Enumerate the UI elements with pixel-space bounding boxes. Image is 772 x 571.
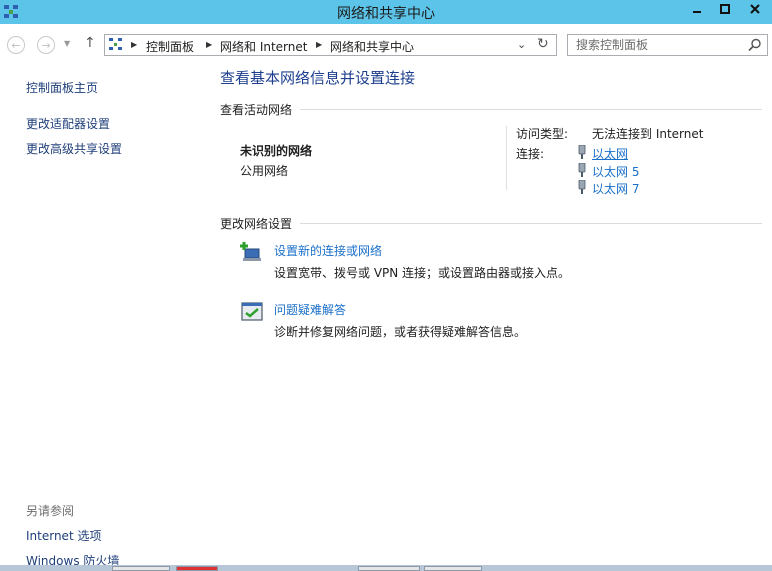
troubleshoot-icon — [241, 302, 263, 321]
refresh-icon[interactable]: ↻ — [537, 36, 549, 52]
section-divider — [300, 109, 762, 110]
address-bar[interactable]: ▶ 控制面板 ▶ 网络和 Internet ▶ 网络和共享中心 ⌄ ↻ — [104, 34, 557, 56]
taskbar-button[interactable] — [358, 566, 420, 571]
control-panel-icon — [109, 38, 122, 50]
page-title: 查看基本网络信息并设置连接 — [220, 69, 416, 87]
access-type-value: 无法连接到 Internet — [592, 127, 704, 141]
troubleshoot-problems-description: 诊断并修复网络问题，或者获得疑难解答信息。 — [274, 325, 527, 339]
close-button[interactable] — [738, 0, 772, 18]
active-networks-heading: 查看活动网络 — [220, 103, 293, 117]
connection-ethernet-link[interactable]: 以太网 — [592, 145, 628, 162]
breadcrumb-separator-icon[interactable]: ▶ — [316, 40, 322, 49]
title-bar: 网络和共享中心 — [0, 0, 772, 24]
control-panel-home-link[interactable]: 控制面板主页 — [26, 79, 98, 96]
connection-ethernet5-link[interactable]: 以太网 5 — [592, 163, 639, 180]
network-type[interactable]: 公用网络 — [240, 162, 288, 179]
taskbar-button[interactable] — [112, 566, 170, 571]
change-settings-heading: 更改网络设置 — [220, 217, 293, 231]
access-type-label: 访问类型: — [516, 127, 569, 141]
taskbar-button[interactable] — [424, 566, 482, 571]
history-dropdown-icon[interactable]: ▼ — [64, 39, 70, 48]
forward-button[interactable]: → — [37, 36, 55, 54]
navigation-bar: ← → ▼ ↑ ▶ 控制面板 ▶ 网络和 Internet ▶ 网络和共享中心 … — [0, 24, 772, 66]
change-advanced-sharing-link[interactable]: 更改高级共享设置 — [26, 140, 122, 157]
see-also-heading: 另请参阅 — [26, 504, 75, 518]
breadcrumb-network-sharing-center[interactable]: 网络和共享中心 — [330, 38, 414, 55]
breadcrumb-separator-icon[interactable]: ▶ — [206, 40, 212, 49]
up-arrow-icon[interactable]: ↑ — [84, 35, 96, 51]
address-dropdown-icon[interactable]: ⌄ — [517, 38, 526, 51]
window-title: 网络和共享中心 — [337, 6, 435, 22]
connections-label: 连接: — [516, 147, 545, 161]
ethernet-icon — [578, 163, 586, 177]
ethernet-icon — [578, 145, 586, 159]
network-divider — [506, 126, 507, 190]
network-name: 未识别的网络 — [240, 144, 313, 158]
breadcrumb-control-panel[interactable]: 控制面板 — [146, 38, 194, 55]
section-divider — [300, 223, 762, 224]
search-icon[interactable] — [748, 38, 762, 52]
ethernet-icon — [578, 180, 586, 194]
forward-arrow-icon: → — [41, 38, 51, 52]
maximize-button[interactable] — [712, 0, 738, 18]
search-input[interactable] — [576, 37, 744, 53]
minimize-button[interactable] — [684, 0, 710, 18]
back-arrow-icon: ← — [11, 38, 21, 52]
left-task-pane: 控制面板主页 更改适配器设置 更改高级共享设置 另请参阅 Internet 选项… — [0, 66, 210, 571]
change-adapter-settings-link[interactable]: 更改适配器设置 — [26, 115, 110, 132]
taskbar-button[interactable] — [176, 566, 218, 571]
connection-ethernet7-link[interactable]: 以太网 7 — [592, 180, 639, 197]
breadcrumb-separator-icon[interactable]: ▶ — [131, 40, 137, 49]
breadcrumb-network-internet[interactable]: 网络和 Internet — [220, 38, 307, 55]
back-button[interactable]: ← — [7, 36, 25, 54]
troubleshoot-problems-link[interactable]: 问题疑难解答 — [274, 301, 346, 318]
maximize-icon — [720, 4, 730, 14]
search-box[interactable] — [567, 34, 768, 56]
minimize-icon — [693, 11, 701, 13]
setup-new-connection-link[interactable]: 设置新的连接或网络 — [274, 242, 382, 259]
setup-new-connection-description: 设置宽带、拨号或 VPN 连接；或设置路由器或接入点。 — [274, 266, 571, 280]
internet-options-link[interactable]: Internet 选项 — [26, 527, 101, 544]
close-icon — [750, 4, 760, 14]
new-connection-icon — [240, 242, 261, 261]
